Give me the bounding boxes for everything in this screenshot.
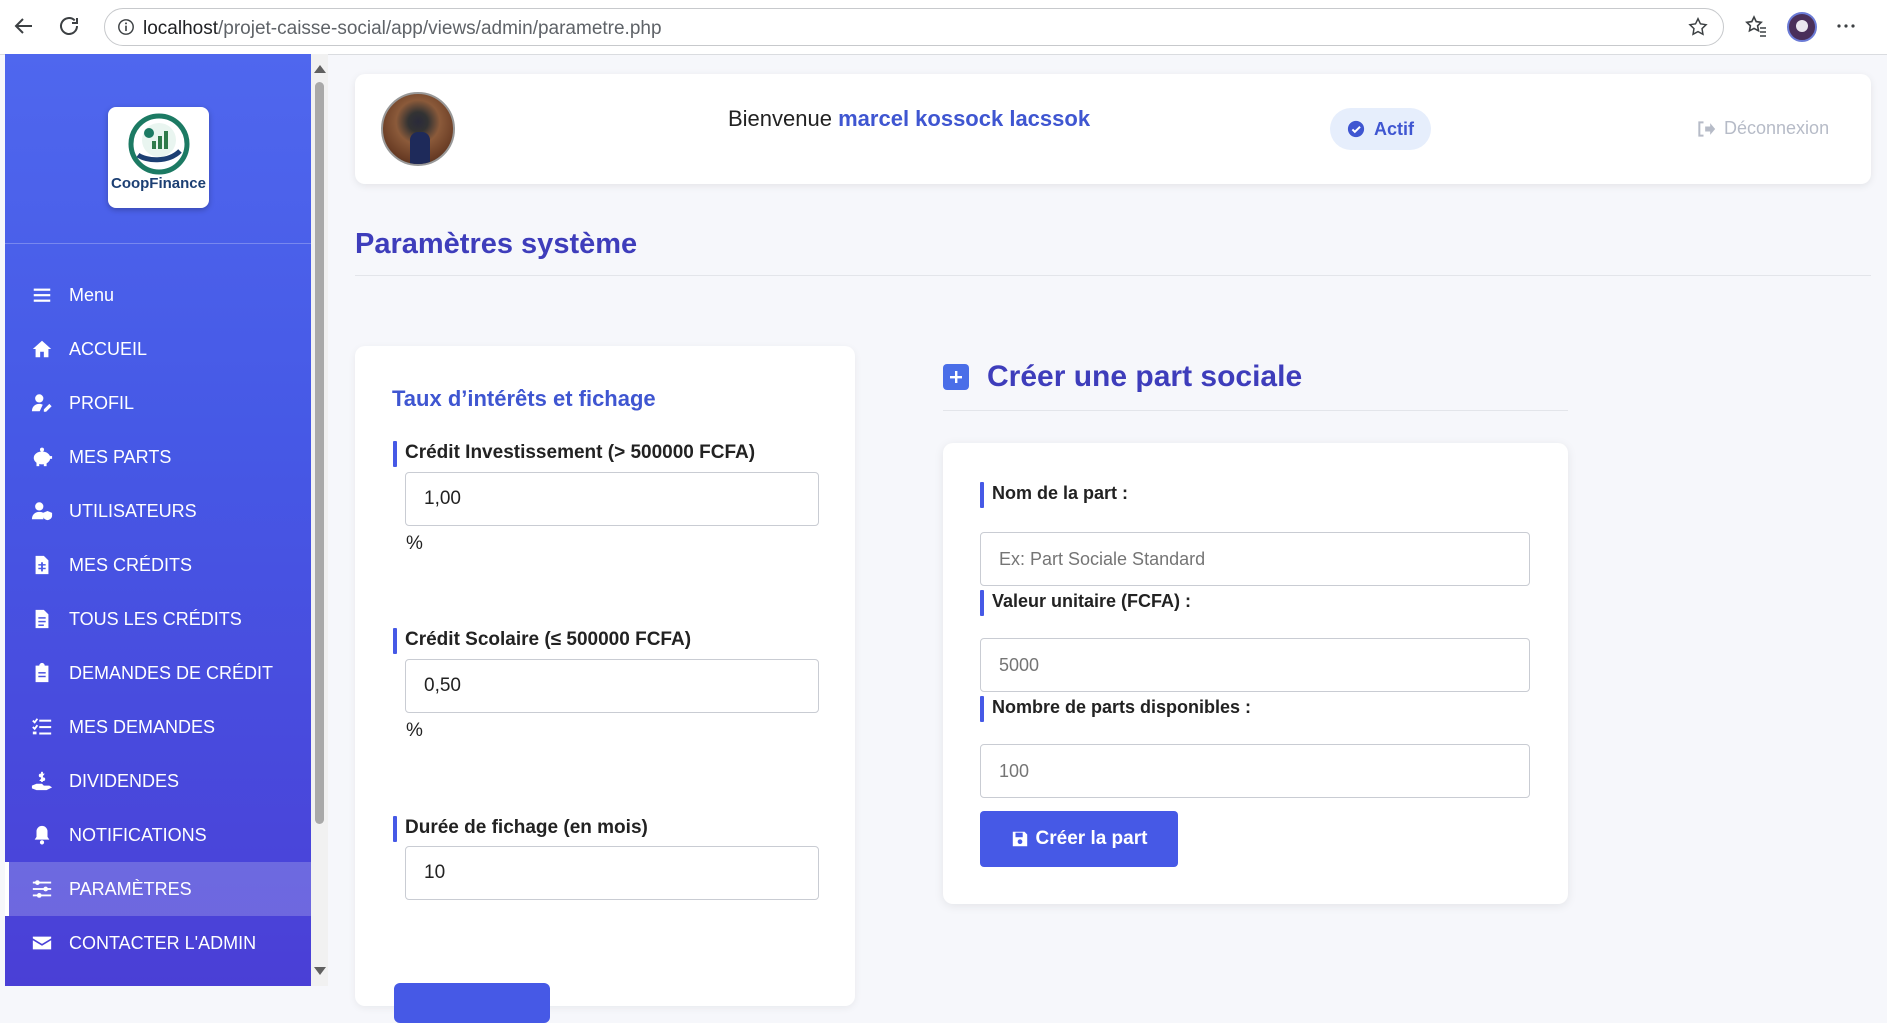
sidebar-item-notifications[interactable]: NOTIFICATIONS xyxy=(5,808,311,862)
piggy-bank-icon xyxy=(30,445,54,469)
investment-rate-label: Crédit Investissement (> 500000 FCFA) xyxy=(393,441,755,467)
sign-out-icon xyxy=(1698,120,1716,137)
status-badge: Actif xyxy=(1330,108,1431,150)
create-share-button-label: Créer la part xyxy=(1035,828,1148,849)
sidebar-item-label: TOUS LES CRÉDITS xyxy=(69,608,242,629)
scrollbar-thumb[interactable] xyxy=(315,82,324,824)
sidebar-item-label: PROFIL xyxy=(69,392,135,413)
status-text: Actif xyxy=(1374,118,1414,139)
users-shield-icon xyxy=(30,499,54,523)
school-rate-label: Crédit Scolaire (≤ 500000 FCFA) xyxy=(393,628,691,654)
reload-icon[interactable] xyxy=(53,10,85,42)
logout-link[interactable]: Déconnexion xyxy=(1696,118,1829,139)
logo-text: CoopFinance xyxy=(110,175,206,192)
school-rate-unit: % xyxy=(406,720,423,741)
sidebar-item-label: MES PARTS xyxy=(69,446,172,467)
sidebar-item-mes-parts[interactable]: MES PARTS xyxy=(5,430,311,484)
hand-holding-dollar-icon xyxy=(30,769,54,793)
sidebar-item-mes-credits[interactable]: MES CRÉDITS xyxy=(5,538,311,592)
sidebar-item-utilisateurs[interactable]: UTILISATEURS xyxy=(5,484,311,538)
sidebar-item-tous-les-credits[interactable]: TOUS LES CRÉDITS xyxy=(5,592,311,646)
scroll-up-arrow[interactable] xyxy=(314,65,326,73)
avatar[interactable] xyxy=(381,92,455,166)
create-share-button[interactable]: Créer la part xyxy=(980,811,1178,867)
home-icon xyxy=(30,337,54,361)
header-card: Bienvenue marcel kossock lacssok Actif D… xyxy=(355,74,1871,184)
sidebar-divider xyxy=(5,243,311,244)
logout-label: Déconnexion xyxy=(1724,118,1830,138)
coopfinance-logo-icon xyxy=(128,113,190,175)
sidebar-item-menu[interactable]: Menu xyxy=(5,268,311,322)
url-path: /projet-caisse-social/app/views/admin/pa… xyxy=(218,18,662,39)
bookmark-star-icon[interactable] xyxy=(1685,14,1711,40)
user-name: marcel kossock lacssok xyxy=(838,106,1091,131)
sidebar-item-label: Menu xyxy=(69,284,115,305)
save-rates-button[interactable] xyxy=(394,983,550,1023)
blacklist-duration-input[interactable] xyxy=(405,846,819,900)
favorites-icon[interactable] xyxy=(1740,10,1772,42)
create-share-card: Nom de la part : Valeur unitaire (FCFA) … xyxy=(943,443,1568,904)
sidebar-item-parametres[interactable]: PARAMÈTRES xyxy=(5,862,311,916)
blacklist-duration-label: Durée de fichage (en mois) xyxy=(393,816,648,842)
clipboard-icon xyxy=(30,661,54,685)
check-circle-icon xyxy=(1347,120,1365,138)
file-alt-icon xyxy=(30,607,54,631)
user-edit-icon xyxy=(30,391,54,415)
sidebar-item-dividendes[interactable]: DIVIDENDES xyxy=(5,754,311,808)
welcome-message: Bienvenue marcel kossock lacssok xyxy=(728,106,1090,132)
envelope-icon xyxy=(30,931,54,955)
file-invoice-dollar-icon xyxy=(30,553,54,577)
title-divider xyxy=(355,275,1871,276)
sidebar-item-label: PARAMÈTRES xyxy=(69,878,192,899)
browser-toolbar: localhost/projet-caisse-social/app/views… xyxy=(0,0,1887,55)
site-info-icon[interactable] xyxy=(115,16,137,38)
sidebar-scrollbar[interactable] xyxy=(311,54,328,986)
sidebar-item-demandes-de-credit[interactable]: DEMANDES DE CRÉDIT xyxy=(5,646,311,700)
bell-icon xyxy=(30,823,54,847)
sidebar-item-label: CONTACTER L'ADMIN xyxy=(69,932,257,953)
sidebar-item-accueil[interactable]: ACCUEIL xyxy=(5,322,311,376)
sidebar-item-label: NOTIFICATIONS xyxy=(69,824,207,845)
url-host: localhost xyxy=(143,18,218,39)
sidebar: CoopFinance Menu ACCUEIL PROFIL MES PART… xyxy=(5,54,311,986)
create-share-header: Créer une part sociale xyxy=(943,360,1302,394)
rates-card: Taux d’intérêts et fichage Crédit Invest… xyxy=(355,346,855,1023)
sliders-icon xyxy=(30,877,54,901)
create-share-title: Créer une part sociale xyxy=(987,360,1303,393)
sidebar-item-label: DEMANDES DE CRÉDIT xyxy=(69,662,274,683)
page-title: Paramètres système xyxy=(355,228,638,260)
plus-square-icon xyxy=(943,364,969,390)
investment-rate-input[interactable] xyxy=(405,472,819,526)
available-shares-input[interactable] xyxy=(980,744,1530,798)
tasks-icon xyxy=(30,715,54,739)
unit-value-input[interactable] xyxy=(980,638,1530,692)
rates-card-title: Taux d’intérêts et fichage xyxy=(392,386,656,411)
welcome-prefix: Bienvenue xyxy=(728,106,832,131)
sidebar-item-label: MES DEMANDES xyxy=(69,716,216,737)
bars-icon xyxy=(30,283,54,307)
school-rate-input[interactable] xyxy=(405,659,819,713)
available-shares-label: Nombre de parts disponibles : xyxy=(980,696,1251,722)
sidebar-item-label: UTILISATEURS xyxy=(69,500,197,521)
investment-rate-unit: % xyxy=(406,533,423,554)
sidebar-item-label: ACCUEIL xyxy=(69,338,148,359)
more-options-icon[interactable] xyxy=(1830,10,1862,42)
sidebar-item-mes-demandes[interactable]: MES DEMANDES xyxy=(5,700,311,754)
coopfinance-logo[interactable]: CoopFinance xyxy=(108,107,209,208)
address-bar[interactable]: localhost/projet-caisse-social/app/views… xyxy=(104,8,1724,46)
browser-profile-icon[interactable] xyxy=(1787,12,1817,42)
sidebar-item-label: DIVIDENDES xyxy=(69,770,180,791)
scroll-down-arrow[interactable] xyxy=(314,967,326,975)
share-name-input[interactable] xyxy=(980,532,1530,586)
unit-value-label: Valeur unitaire (FCFA) : xyxy=(980,590,1191,616)
sidebar-item-profil[interactable]: PROFIL xyxy=(5,376,311,430)
share-name-label: Nom de la part : xyxy=(980,482,1128,508)
save-icon xyxy=(1012,831,1027,847)
sidebar-item-label: MES CRÉDITS xyxy=(69,554,193,575)
back-arrow-icon[interactable] xyxy=(8,10,40,42)
url-text[interactable]: localhost/projet-caisse-social/app/views… xyxy=(143,18,662,40)
sidebar-item-contacter-admin[interactable]: CONTACTER L'ADMIN xyxy=(5,916,311,970)
section-divider xyxy=(943,410,1568,411)
